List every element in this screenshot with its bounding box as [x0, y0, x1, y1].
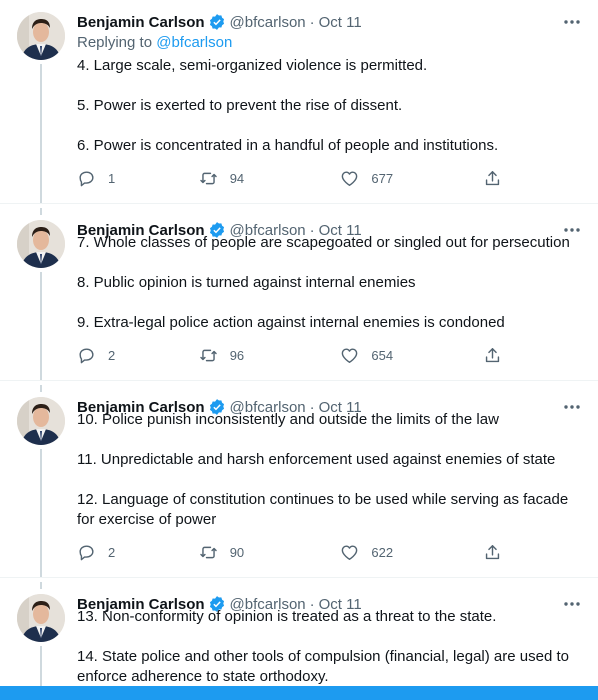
retweet-count: 94 — [229, 170, 245, 186]
separator-dot: · — [309, 13, 315, 31]
thread-line — [40, 582, 42, 589]
tweet-paragraph: 6. Power is concentrated in a handful of… — [77, 137, 499, 154]
tweet-paragraph: 9. Extra-legal police action against int… — [77, 314, 505, 331]
retweet-icon — [199, 172, 217, 184]
tweet-paragraph: 8. Public opinion is turned against inte… — [77, 274, 416, 291]
avatar[interactable] — [17, 397, 65, 445]
like-button[interactable]: 622 — [340, 542, 483, 562]
share-button[interactable] — [483, 542, 502, 562]
more-horizontal-icon[interactable] — [562, 12, 582, 32]
share-icon — [485, 170, 500, 185]
reply-button[interactable]: 2 — [77, 542, 199, 562]
reply-button[interactable]: 1 — [77, 168, 199, 188]
reply-count: 2 — [108, 347, 116, 363]
retweet-count: 90 — [229, 544, 245, 560]
tweet-paragraph: 11. Unpredictable and harsh enforcement … — [77, 451, 556, 468]
tweet-2[interactable]: Benjamin Carlson @bfcarlson · Oct 11 7. … — [0, 208, 598, 381]
verified-badge-icon — [208, 13, 226, 31]
reply-count: 1 — [108, 170, 116, 186]
tweet-paragraph: 14. State police and other tools of comp… — [77, 648, 569, 685]
retweet-count: 96 — [229, 347, 245, 363]
tweet-paragraph: 5. Power is exerted to prevent the rise … — [77, 97, 403, 114]
like-count: 622 — [371, 544, 394, 560]
tweet-paragraph: 7. Whole classes of people are scapegoat… — [77, 234, 570, 251]
retweet-button[interactable]: 94 — [199, 168, 341, 188]
retweet-icon — [199, 546, 217, 558]
action-bar: 2 96 654 — [77, 345, 502, 365]
replying-to-link[interactable]: @bfcarlson — [156, 34, 232, 51]
share-icon — [485, 347, 500, 362]
tweet-paragraph: 12. Language of constitution continues t… — [77, 491, 569, 528]
share-button[interactable] — [483, 345, 502, 365]
author-handle[interactable]: @bfcarlson — [230, 14, 306, 31]
share-button[interactable] — [483, 168, 502, 188]
tweet-text: 4. Large scale, semi-organized violence … — [77, 56, 582, 156]
retweet-icon — [199, 349, 217, 361]
tweet-1[interactable]: Benjamin Carlson @bfcarlson · Oct 11 Rep… — [0, 0, 598, 204]
like-count: 654 — [371, 347, 394, 363]
action-bar: 2 90 622 — [77, 542, 502, 562]
reply-count: 2 — [108, 544, 116, 560]
action-bar: 1 94 677 — [77, 168, 502, 188]
replying-to: Replying to @bfcarlson — [77, 34, 233, 51]
share-icon — [485, 544, 500, 559]
tweet-paragraph: 4. Large scale, semi-organized violence … — [77, 57, 428, 74]
reply-icon — [79, 347, 94, 363]
tweet-text: 13. Non-conformity of opinion is treated… — [77, 607, 582, 687]
reply-icon — [79, 170, 94, 186]
avatar[interactable] — [17, 12, 65, 60]
bottom-banner — [0, 686, 598, 700]
thread-line — [40, 449, 42, 577]
retweet-button[interactable]: 96 — [199, 345, 341, 365]
like-button[interactable]: 654 — [340, 345, 483, 365]
tweet-paragraph: 13. Non-conformity of opinion is treated… — [77, 608, 497, 625]
avatar[interactable] — [17, 220, 65, 268]
heart-icon — [342, 347, 358, 363]
like-count: 677 — [371, 170, 394, 186]
thread-line — [40, 272, 42, 380]
heart-icon — [342, 170, 358, 186]
thread-line — [40, 208, 42, 215]
reply-button[interactable]: 2 — [77, 345, 199, 365]
thread-line — [40, 64, 42, 203]
like-button[interactable]: 677 — [340, 168, 483, 188]
author-name[interactable]: Benjamin Carlson — [77, 14, 205, 31]
tweet-3[interactable]: Benjamin Carlson @bfcarlson · Oct 11 10.… — [0, 385, 598, 578]
thread-line — [40, 385, 42, 392]
tweet-text: 7. Whole classes of people are scapegoat… — [77, 233, 582, 333]
tweet-text: 10. Police punish inconsistently and out… — [77, 410, 582, 530]
avatar[interactable] — [17, 594, 65, 642]
tweet-paragraph: 10. Police punish inconsistently and out… — [77, 411, 499, 428]
tweet-date[interactable]: Oct 11 — [319, 14, 362, 31]
reply-icon — [79, 544, 94, 560]
tweet-4[interactable]: Benjamin Carlson @bfcarlson · Oct 11 13.… — [0, 582, 598, 700]
heart-icon — [342, 544, 358, 560]
retweet-button[interactable]: 90 — [199, 542, 341, 562]
